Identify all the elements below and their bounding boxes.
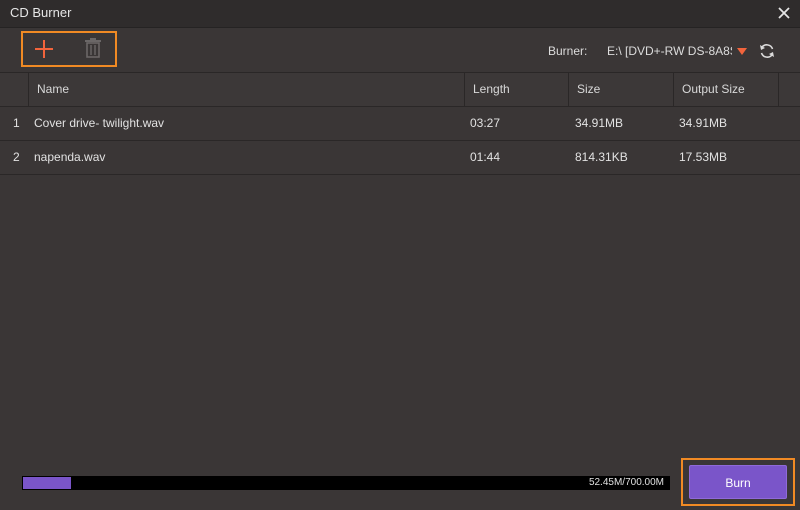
header-name[interactable]: Name bbox=[28, 73, 464, 106]
header-output-size[interactable]: Output Size bbox=[673, 73, 778, 106]
cd-burner-window: CD Burner Burner: E:\ [DVD+-RW DS-8A8 Na… bbox=[0, 0, 800, 510]
refresh-icon bbox=[760, 44, 774, 58]
add-file-button[interactable] bbox=[33, 38, 55, 60]
burner-select[interactable]: E:\ [DVD+-RW DS-8A8SH bbox=[604, 40, 752, 62]
close-button[interactable] bbox=[774, 3, 794, 23]
header-size[interactable]: Size bbox=[568, 73, 673, 106]
delete-file-button[interactable] bbox=[83, 37, 103, 59]
row-index: 1 bbox=[13, 116, 20, 130]
burner-label: Burner: bbox=[548, 44, 588, 58]
table-row[interactable]: 1 Cover drive- twilight.wav 03:27 34.91M… bbox=[0, 107, 800, 141]
plus-icon bbox=[35, 40, 53, 58]
capacity-text: 52.45M/700.00M bbox=[588, 477, 664, 488]
row-size: 814.31KB bbox=[575, 150, 628, 164]
row-length: 01:44 bbox=[470, 150, 501, 164]
row-output-size: 17.53MB bbox=[679, 150, 728, 164]
capacity-fill bbox=[23, 477, 71, 489]
header-index bbox=[0, 73, 28, 106]
table-row[interactable]: 2 napenda.wav 01:44 814.31KB 17.53MB bbox=[0, 141, 800, 175]
row-index: 2 bbox=[13, 150, 20, 164]
row-name: Cover drive- twilight.wav bbox=[34, 116, 165, 130]
burn-button-highlight: Burn bbox=[681, 458, 795, 506]
row-length: 03:27 bbox=[470, 116, 501, 130]
burn-button[interactable]: Burn bbox=[689, 465, 787, 499]
capacity-bar: 52.45M/700.00M bbox=[22, 476, 670, 490]
refresh-burner-button[interactable] bbox=[758, 42, 776, 60]
row-size: 34.91MB bbox=[575, 116, 624, 130]
burner-value: E:\ [DVD+-RW DS-8A8SH bbox=[607, 44, 732, 58]
title-bar: CD Burner bbox=[0, 0, 800, 28]
file-tools-group bbox=[21, 31, 117, 67]
table-header: Name Length Size Output Size bbox=[0, 72, 800, 107]
file-table: Name Length Size Output Size 1 Cover dri… bbox=[0, 72, 800, 175]
row-output-size: 34.91MB bbox=[679, 116, 728, 130]
window-title: CD Burner bbox=[10, 5, 72, 20]
header-length[interactable]: Length bbox=[464, 73, 568, 106]
row-name: napenda.wav bbox=[34, 150, 106, 164]
dropdown-arrow-icon bbox=[737, 48, 747, 55]
header-spacer bbox=[778, 73, 800, 106]
trash-icon bbox=[85, 38, 101, 58]
close-icon bbox=[778, 7, 790, 19]
